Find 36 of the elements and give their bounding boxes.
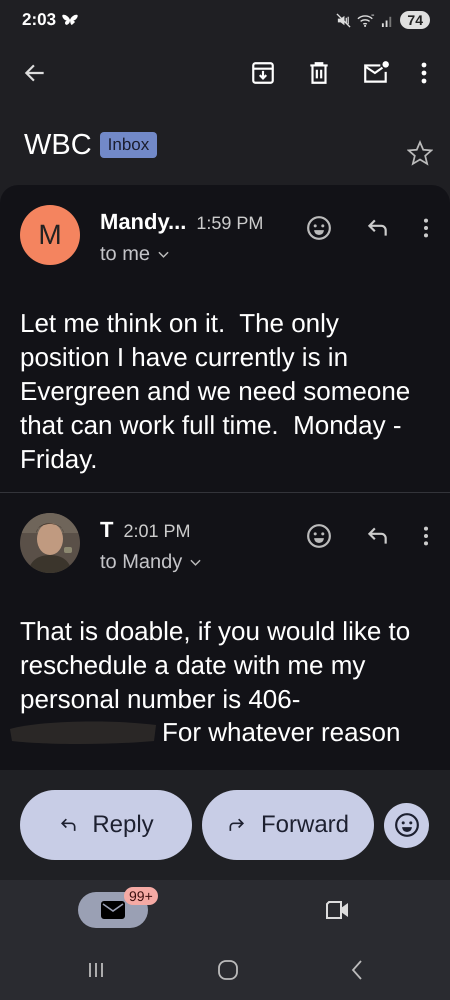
video-camera-icon xyxy=(324,900,350,920)
recipients[interactable]: to Mandy xyxy=(100,551,182,574)
unread-count-badge: 99+ xyxy=(124,887,158,905)
mail-icon xyxy=(100,900,124,920)
recipients[interactable]: to me xyxy=(100,243,150,266)
home-icon[interactable] xyxy=(216,959,239,981)
sender-name: Mandy... xyxy=(100,209,186,235)
message-body: Let me think on it. The only position I have currently is in Evergreen and we need someone that can work full time. Monday - Friday. xyxy=(20,307,412,476)
battery-indicator: 74 xyxy=(400,11,430,29)
sender-avatar[interactable]: M xyxy=(20,205,80,265)
mute-icon xyxy=(336,12,352,28)
back-icon[interactable] xyxy=(350,959,364,981)
more-options-icon[interactable] xyxy=(422,217,430,239)
emoji-reaction-icon[interactable] xyxy=(306,523,332,549)
forward-button[interactable]: Forward xyxy=(202,790,374,860)
reply-button[interactable]: Reply xyxy=(20,790,192,860)
sender-name: T xyxy=(100,517,114,543)
message-time: 2:01 PM xyxy=(123,521,190,542)
butterfly-icon xyxy=(62,14,78,26)
more-options-icon[interactable] xyxy=(420,60,428,84)
emoji-reaction-button[interactable] xyxy=(384,802,429,848)
message-body: That is doable, if you would like to reschedule a date with me my personal number is 406- xyxy=(20,615,412,716)
wifi-icon xyxy=(357,12,376,28)
chevron-down-icon[interactable] xyxy=(190,558,202,566)
message-time: 1:59 PM xyxy=(196,213,264,234)
status-time: 2:03 xyxy=(22,10,56,30)
chevron-down-icon[interactable] xyxy=(158,250,170,258)
emoji-icon xyxy=(394,812,420,838)
more-options-icon[interactable] xyxy=(422,525,430,547)
star-icon[interactable] xyxy=(407,140,433,166)
mail-unread-icon[interactable] xyxy=(362,60,390,86)
message-body: For whatever reason xyxy=(162,716,400,748)
emoji-reaction-icon[interactable] xyxy=(306,215,332,241)
email-subject: WBC xyxy=(24,128,92,162)
archive-icon[interactable] xyxy=(250,60,276,86)
inbox-label[interactable]: Inbox xyxy=(100,132,158,158)
